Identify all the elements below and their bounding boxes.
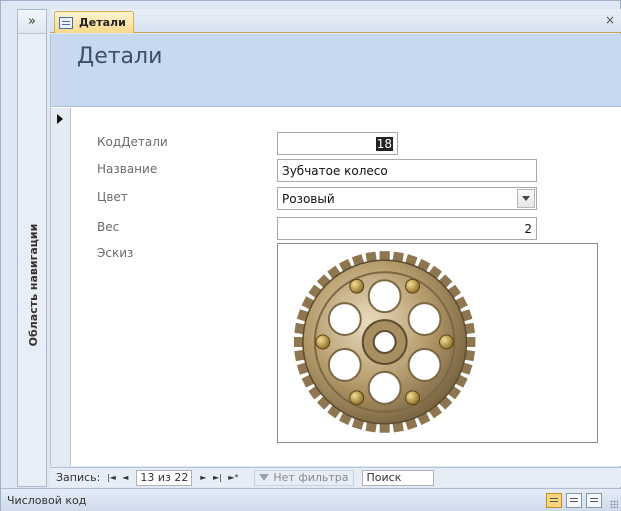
name-field[interactable]: Зубчатое колесо <box>277 159 537 182</box>
name-field-value: Зубчатое колесо <box>282 163 388 178</box>
filter-button[interactable]: Нет фильтра <box>254 469 354 486</box>
nav-pane-label-text: Область навигации <box>26 223 40 347</box>
current-record-field[interactable]: 13 из 22 <box>136 469 193 486</box>
color-combobox[interactable]: Розовый <box>277 187 537 210</box>
tab-title: Детали <box>79 16 126 29</box>
first-record-icon[interactable]: |◄ <box>105 471 117 485</box>
record-selector[interactable] <box>51 108 71 466</box>
chevron-down-icon[interactable] <box>517 189 535 208</box>
layout-view-icon[interactable] <box>566 493 582 508</box>
label-color: Цвет <box>97 190 128 204</box>
label-id: КодДетали <box>97 135 168 149</box>
weight-field[interactable]: 2 <box>277 217 537 240</box>
record-label: Запись: <box>56 471 101 484</box>
next-record-icon[interactable]: ► <box>197 471 209 485</box>
status-text: Числовой код <box>7 493 87 507</box>
new-record-icon[interactable]: ►* <box>225 471 241 485</box>
label-weight: Вес <box>97 220 120 234</box>
current-record-arrow-icon <box>57 114 63 124</box>
details-form: Детали КодДетали 18 Название Зубчатое ко… <box>50 34 621 466</box>
record-navigation-bar: Запись: |◄ ◄ 13 из 22 ► ►| ►* Нет фильтр… <box>50 467 621 487</box>
document-tabs: Детали × <box>50 9 621 33</box>
form-header: Детали <box>51 34 621 107</box>
gear-image <box>293 251 476 433</box>
form-icon <box>59 16 73 29</box>
status-bar: Числовой код <box>1 488 621 511</box>
close-icon[interactable]: × <box>605 13 615 27</box>
funnel-icon <box>259 474 270 481</box>
sketch-image-field[interactable] <box>277 243 598 443</box>
form-title: Детали <box>77 44 163 69</box>
id-field[interactable]: 18 <box>277 132 398 155</box>
last-record-icon[interactable]: ►| <box>211 471 223 485</box>
filter-label: Нет фильтра <box>273 471 349 484</box>
label-sketch: Эскиз <box>97 246 134 260</box>
color-combobox-value: Розовый <box>282 191 335 206</box>
design-view-icon[interactable] <box>586 493 602 508</box>
search-input[interactable]: Поиск <box>361 469 434 486</box>
previous-record-icon[interactable]: ◄ <box>119 471 131 485</box>
nav-pane-label[interactable]: Область навигации <box>23 224 43 347</box>
access-window: » Область навигации Детали × Детали КодД… <box>0 0 621 511</box>
tab-details[interactable]: Детали <box>54 11 134 33</box>
weight-field-value: 2 <box>524 221 532 236</box>
label-name: Название <box>97 162 158 176</box>
form-view-icon[interactable] <box>546 493 562 508</box>
resize-grip-icon[interactable] <box>610 500 618 508</box>
id-field-value: 18 <box>375 136 393 151</box>
nav-pane-toggle-button[interactable]: » <box>18 10 46 34</box>
view-switcher <box>546 493 602 508</box>
navigation-pane[interactable]: » Область навигации <box>17 9 47 487</box>
